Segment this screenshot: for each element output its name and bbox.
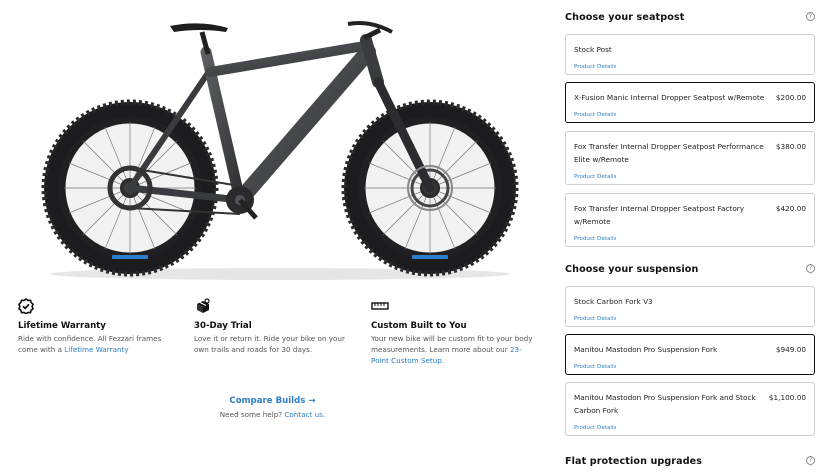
seatpost-option-fox-performance-elite[interactable]: Fox Transfer Internal Dropper Seatpost P… (565, 131, 815, 185)
feature-description: Ride with confidence. All Fezzari frames… (18, 333, 183, 355)
product-details-link[interactable]: Product Details (574, 236, 616, 242)
compare-section: Compare Builds → Need some help? Contact… (200, 388, 345, 419)
feature-description: Your new bike will be custom fit to your… (371, 333, 536, 366)
product-details-link[interactable]: Product Details (574, 174, 616, 180)
features-row: Lifetime Warranty Ride with confidence. … (18, 296, 548, 386)
seatpost-option-xfusion-manic[interactable]: X-Fusion Manic Internal Dropper Seatpost… (565, 82, 815, 123)
handlebar (347, 21, 393, 34)
section-title: Flat protection upgrades (565, 456, 703, 467)
feature-30-day-trial: 30-Day Trial Love it or return it. Ride … (194, 296, 359, 355)
product-details-link[interactable]: Product Details (574, 64, 616, 70)
feature-desc-text: Your new bike will be custom fit to your… (371, 334, 533, 354)
question-icon[interactable]: ? (806, 12, 815, 21)
feature-lifetime-warranty: Lifetime Warranty Ride with confidence. … (18, 296, 183, 355)
feature-custom-built: Custom Built to You Your new bike will b… (371, 296, 536, 366)
configurator-panel: Choose your seatpost ? Stock Post Produc… (565, 0, 817, 474)
seatpost-section-header: Choose your seatpost ? (565, 12, 817, 28)
option-name: Manitou Mastodon Pro Suspension Fork and… (574, 393, 756, 415)
section-title: Choose your suspension (565, 264, 699, 275)
feature-title: 30-Day Trial (194, 321, 252, 331)
help-text: Need some help? Contact us. (200, 410, 345, 419)
product-details-link[interactable]: Product Details (574, 112, 616, 118)
saddle (170, 23, 228, 32)
seatpost-option-stock-post[interactable]: Stock Post Product Details (565, 34, 815, 75)
option-name: X-Fusion Manic Internal Dropper Seatpost… (574, 93, 765, 102)
suspension-option-manitou-and-carbon-fork[interactable]: Manitou Mastodon Pro Suspension Fork and… (565, 382, 815, 436)
seatpost-option-fox-factory[interactable]: Fox Transfer Internal Dropper Seatpost F… (565, 193, 815, 247)
feature-desc-end: . (441, 356, 445, 365)
option-price: $380.00 (775, 142, 806, 151)
option-name: Manitou Mastodon Pro Suspension Fork (574, 345, 718, 354)
flat-protection-section-header: Flat protection upgrades ? (565, 456, 817, 472)
feature-title: Lifetime Warranty (18, 321, 106, 331)
option-price: $949.00 (775, 345, 806, 354)
option-price: $1,100.00 (768, 393, 806, 402)
product-details-link[interactable]: Product Details (574, 425, 616, 431)
option-price: $200.00 (775, 93, 806, 102)
ruler-icon (371, 296, 536, 316)
section-title: Choose your seatpost (565, 12, 685, 23)
product-details-link[interactable]: Product Details (574, 364, 616, 370)
feature-description: Love it or return it. Ride your bike on … (194, 334, 345, 354)
question-icon[interactable]: ? (806, 264, 815, 273)
option-name: Stock Carbon Fork V3 (574, 297, 653, 306)
check-badge-icon (18, 296, 183, 316)
suspension-section-header: Choose your suspension ? (565, 264, 817, 280)
gift-box-icon (194, 296, 359, 316)
suspension-option-manitou-mastodon-pro[interactable]: Manitou Mastodon Pro Suspension Fork $94… (565, 334, 815, 375)
lifetime-warranty-link[interactable]: Lifetime Warranty (64, 345, 128, 354)
help-label: Need some help? (219, 410, 285, 419)
product-details-link[interactable]: Product Details (574, 316, 616, 322)
feature-title: Custom Built to You (371, 321, 467, 331)
option-name: Fox Transfer Internal Dropper Seatpost P… (574, 142, 764, 164)
fat-bike-illustration (41, 21, 519, 280)
compare-builds-button[interactable]: Compare Builds → (229, 396, 315, 406)
suspension-option-stock-carbon-fork[interactable]: Stock Carbon Fork V3 Product Details (565, 286, 815, 327)
contact-us-link[interactable]: Contact us. (284, 410, 325, 419)
option-name: Stock Post (574, 45, 612, 54)
question-icon[interactable]: ? (806, 456, 815, 465)
option-name: Fox Transfer Internal Dropper Seatpost F… (574, 204, 745, 226)
bike-image (30, 12, 530, 282)
option-price: $420.00 (775, 204, 806, 213)
